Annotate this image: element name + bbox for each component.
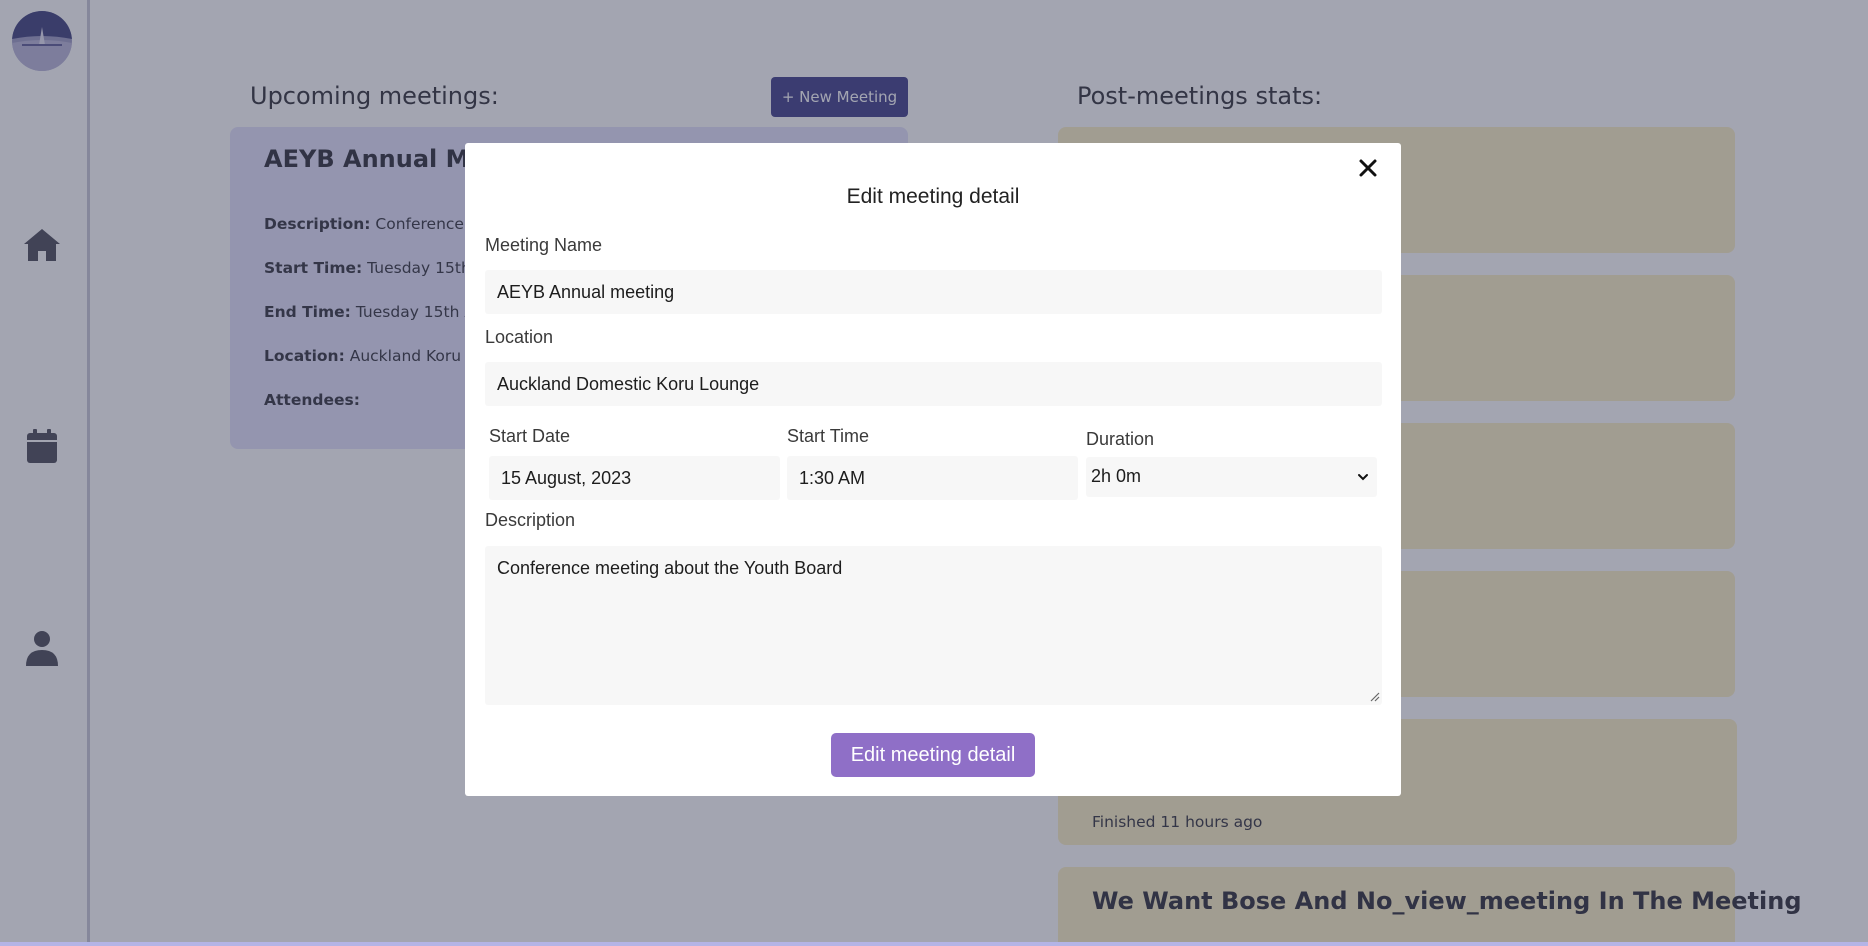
edit-meeting-submit-button[interactable]: Edit meeting detail xyxy=(831,733,1035,777)
start-date-label: Start Date xyxy=(489,426,571,446)
resize-grip-icon[interactable] xyxy=(1368,690,1380,702)
meeting-name-input[interactable] xyxy=(485,270,1382,314)
location-input[interactable] xyxy=(485,362,1382,406)
chevron-down-icon xyxy=(1358,474,1368,481)
start-time-input[interactable] xyxy=(787,456,1078,500)
duration-value: 2h 0m xyxy=(1091,466,1142,486)
bottom-edge xyxy=(0,942,1868,946)
start-date-input[interactable] xyxy=(489,456,780,500)
duration-label: Duration xyxy=(1086,429,1155,449)
description-textarea[interactable]: Conference meeting about the Youth Board xyxy=(485,546,1382,705)
meeting-name-label: Meeting Name xyxy=(485,235,603,255)
app-root: Upcoming meetings: + New Meeting AEYB An… xyxy=(0,0,1868,946)
close-button[interactable] xyxy=(1353,153,1383,183)
duration-select[interactable]: 2h 0m xyxy=(1086,457,1377,497)
location-label: Location xyxy=(485,327,554,347)
start-time-label: Start Time xyxy=(787,426,870,446)
close-icon xyxy=(1359,159,1377,177)
edit-meeting-modal: Edit meeting detail Meeting Name Locatio… xyxy=(465,143,1401,796)
description-label: Description xyxy=(485,510,576,530)
modal-title: Edit meeting detail xyxy=(846,185,1020,208)
